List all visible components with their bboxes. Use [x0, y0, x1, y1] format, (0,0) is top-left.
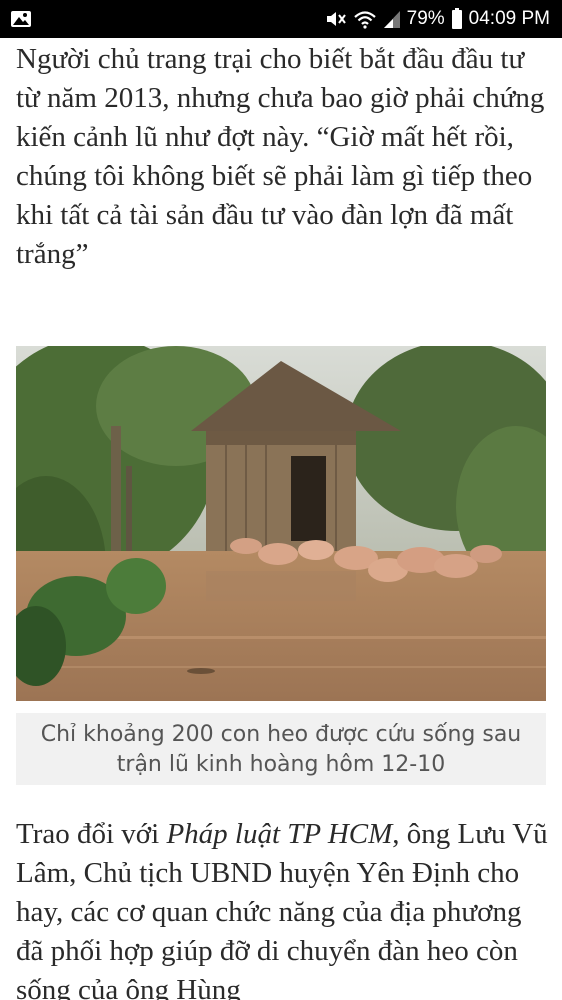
battery-icon: [451, 8, 463, 30]
signal-icon: [383, 9, 401, 29]
source-name: Pháp luật TP HCM: [166, 818, 393, 850]
mute-icon: [325, 9, 347, 29]
clock: 04:09 PM: [468, 8, 550, 29]
article-photo[interactable]: [16, 346, 546, 701]
photo-caption: Chỉ khoảng 200 con heo được cứu sống sau…: [16, 713, 546, 785]
status-bar: 79% 04:09 PM: [0, 0, 562, 38]
wifi-icon: [353, 9, 377, 29]
article-paragraph-2: Trao đổi với Pháp luật TP HCM, ông Lưu V…: [16, 815, 550, 1000]
battery-percent: 79%: [406, 8, 445, 29]
paragraph-text-before: Trao đổi với: [16, 818, 167, 850]
image-icon: [10, 9, 32, 29]
status-icons: 79% 04:09 PM: [325, 0, 550, 38]
article-paragraph: Người chủ trang trại cho biết bắt đầu đầ…: [16, 43, 545, 270]
